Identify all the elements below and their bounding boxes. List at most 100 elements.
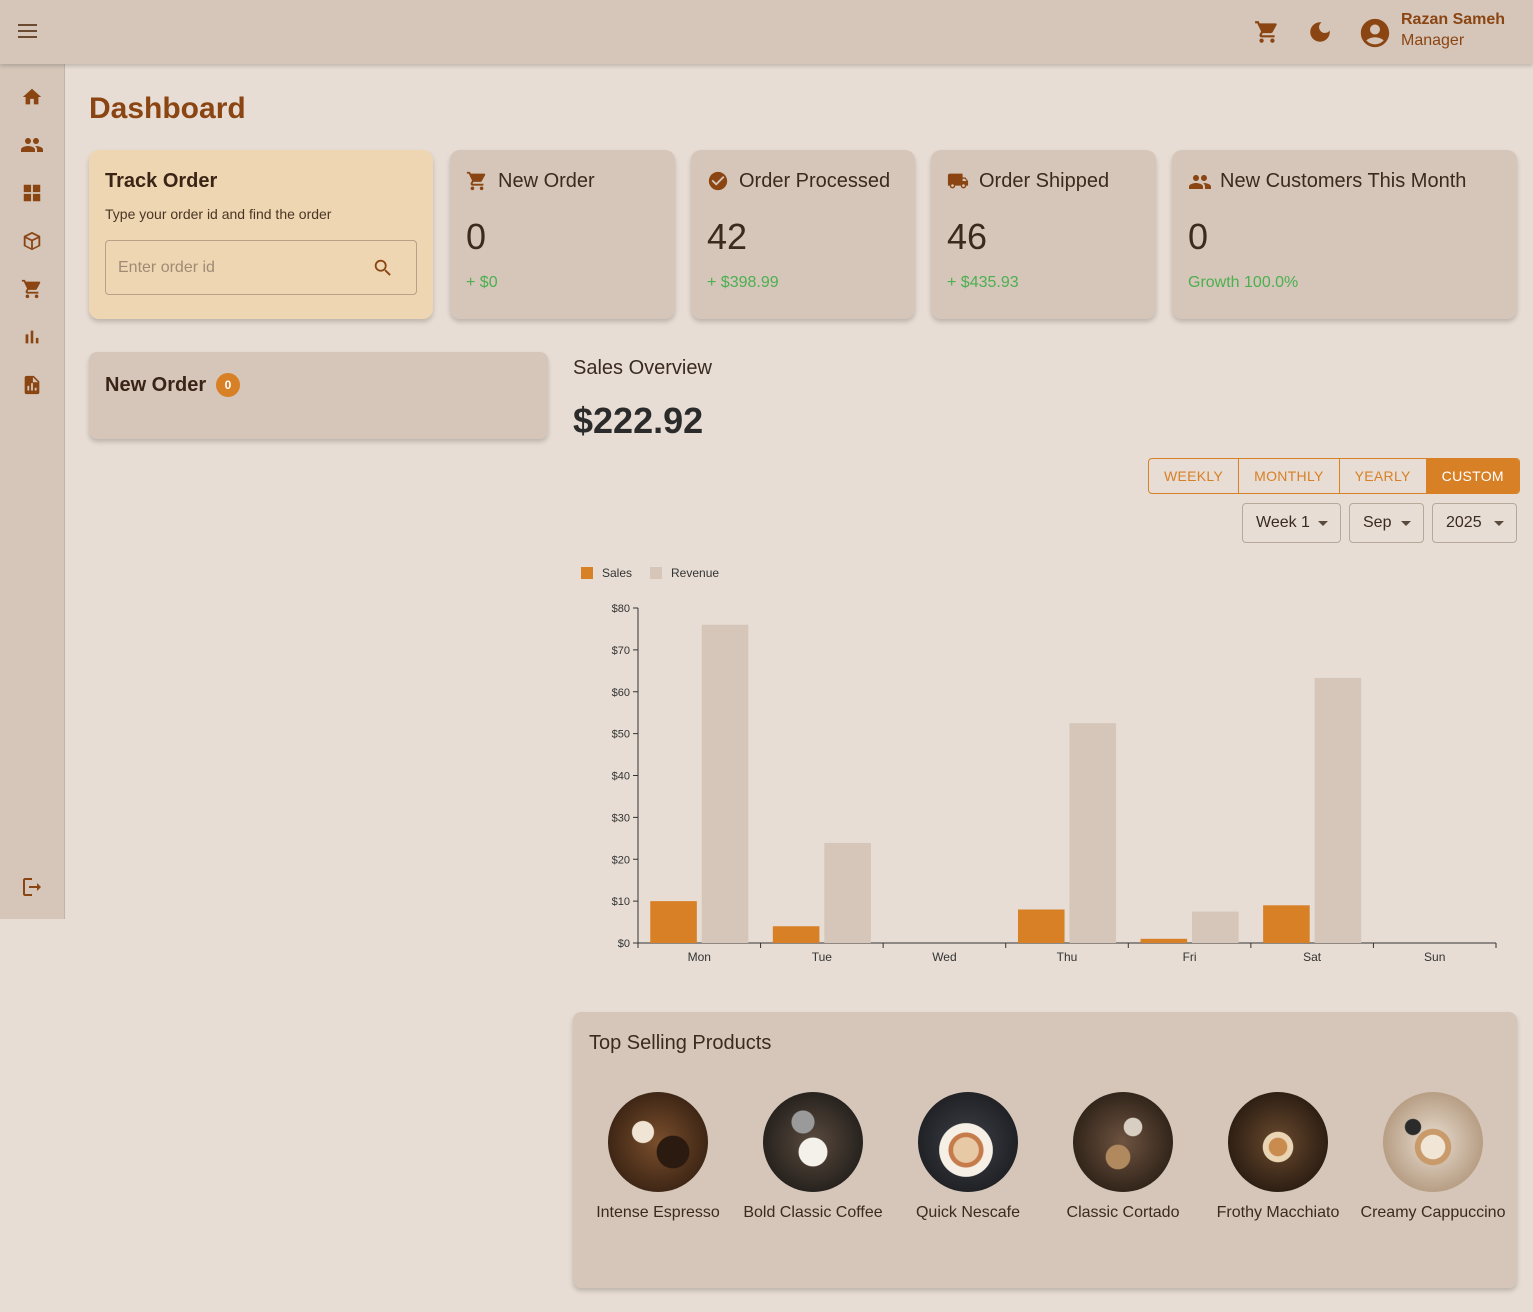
new-order-title: New Order bbox=[105, 374, 207, 396]
sales-chart: Sales Revenue $0 $10 $20 $30 $40 $50 $60 $70 $80 Mo… bbox=[581, 566, 1497, 964]
stat-card-new-order: New Order 0 + $0 bbox=[450, 150, 675, 319]
bar-sales bbox=[1263, 905, 1310, 943]
stat-card-order-processed: Order Processed 42 + $398.99 bbox=[691, 150, 915, 319]
product-image bbox=[918, 1092, 1018, 1192]
stat-title: Order Shipped bbox=[979, 170, 1110, 192]
menu-icon[interactable] bbox=[18, 20, 46, 44]
new-order-panel[interactable]: New Order 0 bbox=[89, 352, 548, 439]
home-icon[interactable] bbox=[16, 81, 48, 113]
product-name: Bold Classic Coffee bbox=[743, 1204, 883, 1221]
sidebar bbox=[0, 64, 65, 919]
order-id-input[interactable] bbox=[118, 255, 368, 281]
chevron-down-icon bbox=[1318, 521, 1328, 526]
app-bar: Razan Sameh Manager bbox=[0, 0, 1533, 64]
bar-revenue bbox=[1069, 723, 1117, 943]
product-image bbox=[608, 1092, 708, 1192]
product-item[interactable]: Intense Espresso bbox=[583, 1092, 733, 1225]
product-item[interactable]: Bold Classic Coffee bbox=[738, 1092, 888, 1225]
count-badge: 0 bbox=[216, 373, 240, 397]
stat-delta: + $0 bbox=[466, 274, 498, 291]
y-tick-label: $10 bbox=[612, 896, 630, 908]
y-tick-label: $0 bbox=[618, 938, 630, 950]
y-tick-label: $80 bbox=[612, 603, 630, 615]
y-tick-label: $60 bbox=[612, 687, 630, 699]
track-order-card: Track Order Type your order id and find … bbox=[89, 150, 433, 319]
users-icon bbox=[1188, 170, 1211, 192]
page-title: Dashboard bbox=[89, 92, 246, 125]
stat-delta: + $435.93 bbox=[947, 274, 1019, 291]
stat-title: New Customers This Month bbox=[1220, 170, 1467, 192]
x-tick-label: Tue bbox=[812, 950, 833, 964]
custom-button[interactable]: CUSTOM bbox=[1426, 459, 1519, 493]
check-circle-icon bbox=[707, 170, 729, 192]
yearly-button[interactable]: YEARLY bbox=[1340, 459, 1427, 493]
x-tick-label: Fri bbox=[1183, 950, 1197, 964]
product-name: Classic Cortado bbox=[1066, 1204, 1180, 1221]
users-icon[interactable] bbox=[16, 129, 48, 161]
product-name: Intense Espresso bbox=[596, 1204, 720, 1221]
truck-icon bbox=[947, 170, 969, 192]
product-item[interactable]: Frothy Macchiato bbox=[1203, 1092, 1353, 1225]
x-tick-label: Sun bbox=[1424, 950, 1445, 964]
product-item[interactable]: Classic Cortado bbox=[1048, 1092, 1198, 1225]
stat-title: Order Processed bbox=[739, 170, 891, 192]
product-item[interactable]: Creamy Cappuccino bbox=[1358, 1092, 1508, 1225]
dark-mode-icon[interactable] bbox=[1304, 16, 1336, 48]
product-item[interactable]: Quick Nescafe bbox=[893, 1092, 1043, 1225]
cart-icon[interactable] bbox=[1251, 16, 1283, 48]
bar-sales bbox=[650, 901, 697, 943]
bar-revenue bbox=[824, 842, 871, 943]
bar-revenue bbox=[1314, 677, 1362, 943]
stat-value: 42 bbox=[707, 216, 748, 257]
cart-icon bbox=[466, 170, 488, 192]
year-select[interactable]: 2025 bbox=[1432, 503, 1517, 543]
dashboard-grid-icon[interactable] bbox=[16, 177, 48, 209]
product-name: Frothy Macchiato bbox=[1216, 1204, 1340, 1221]
legend-label: Revenue bbox=[671, 566, 719, 580]
bar-sales bbox=[1017, 909, 1065, 943]
stat-value: 46 bbox=[947, 216, 988, 257]
order-id-field bbox=[105, 240, 417, 295]
legend-swatch bbox=[581, 567, 593, 579]
stat-delta: + $398.99 bbox=[707, 274, 779, 291]
stat-card-order-shipped: Order Shipped 46 + $435.93 bbox=[931, 150, 1156, 319]
bar-revenue bbox=[1192, 911, 1239, 943]
search-icon[interactable] bbox=[372, 257, 394, 279]
report-icon[interactable] bbox=[16, 369, 48, 401]
y-tick-label: $50 bbox=[612, 729, 630, 741]
weekly-button[interactable]: WEEKLY bbox=[1149, 459, 1240, 493]
x-tick-label: Sat bbox=[1303, 950, 1322, 964]
avatar[interactable] bbox=[1358, 16, 1392, 50]
legend-label: Sales bbox=[602, 566, 632, 580]
stat-value: 0 bbox=[466, 216, 487, 257]
x-tick-label: Wed bbox=[932, 950, 956, 964]
bar-sales bbox=[1140, 938, 1188, 943]
product-image bbox=[1383, 1092, 1483, 1192]
year-select-value: 2025 bbox=[1446, 514, 1482, 531]
product-image bbox=[1073, 1092, 1173, 1192]
stat-growth: Growth 100.0% bbox=[1188, 274, 1299, 291]
monthly-button[interactable]: MONTHLY bbox=[1239, 459, 1340, 493]
bar-sales bbox=[772, 926, 820, 943]
month-select[interactable]: Sep bbox=[1349, 503, 1424, 543]
logout-icon[interactable] bbox=[16, 871, 48, 903]
top-selling-products-card: Top Selling Products Intense Espresso Bo… bbox=[573, 1012, 1517, 1288]
sales-overview-title: Sales Overview bbox=[573, 357, 712, 379]
week-select-value: Week 1 bbox=[1256, 514, 1310, 531]
user-role: Manager bbox=[1401, 32, 1465, 49]
y-tick-label: $40 bbox=[612, 771, 630, 783]
product-name: Quick Nescafe bbox=[915, 1204, 1021, 1221]
track-order-title: Track Order bbox=[105, 170, 218, 192]
sales-total: $222.92 bbox=[573, 400, 704, 441]
period-toggle: WEEKLY MONTHLY YEARLY CUSTOM bbox=[1148, 458, 1520, 494]
product-image bbox=[763, 1092, 863, 1192]
bar-chart-icon[interactable] bbox=[16, 321, 48, 353]
x-tick-label: Thu bbox=[1057, 950, 1078, 964]
chevron-down-icon bbox=[1401, 521, 1411, 526]
box-icon[interactable] bbox=[16, 225, 48, 257]
month-select-value: Sep bbox=[1363, 514, 1392, 531]
week-select[interactable]: Week 1 bbox=[1242, 503, 1341, 543]
x-tick-label: Mon bbox=[688, 950, 711, 964]
cart-icon[interactable] bbox=[16, 273, 48, 305]
stat-card-new-customers: New Customers This Month 0 Growth 100.0% bbox=[1172, 150, 1517, 319]
